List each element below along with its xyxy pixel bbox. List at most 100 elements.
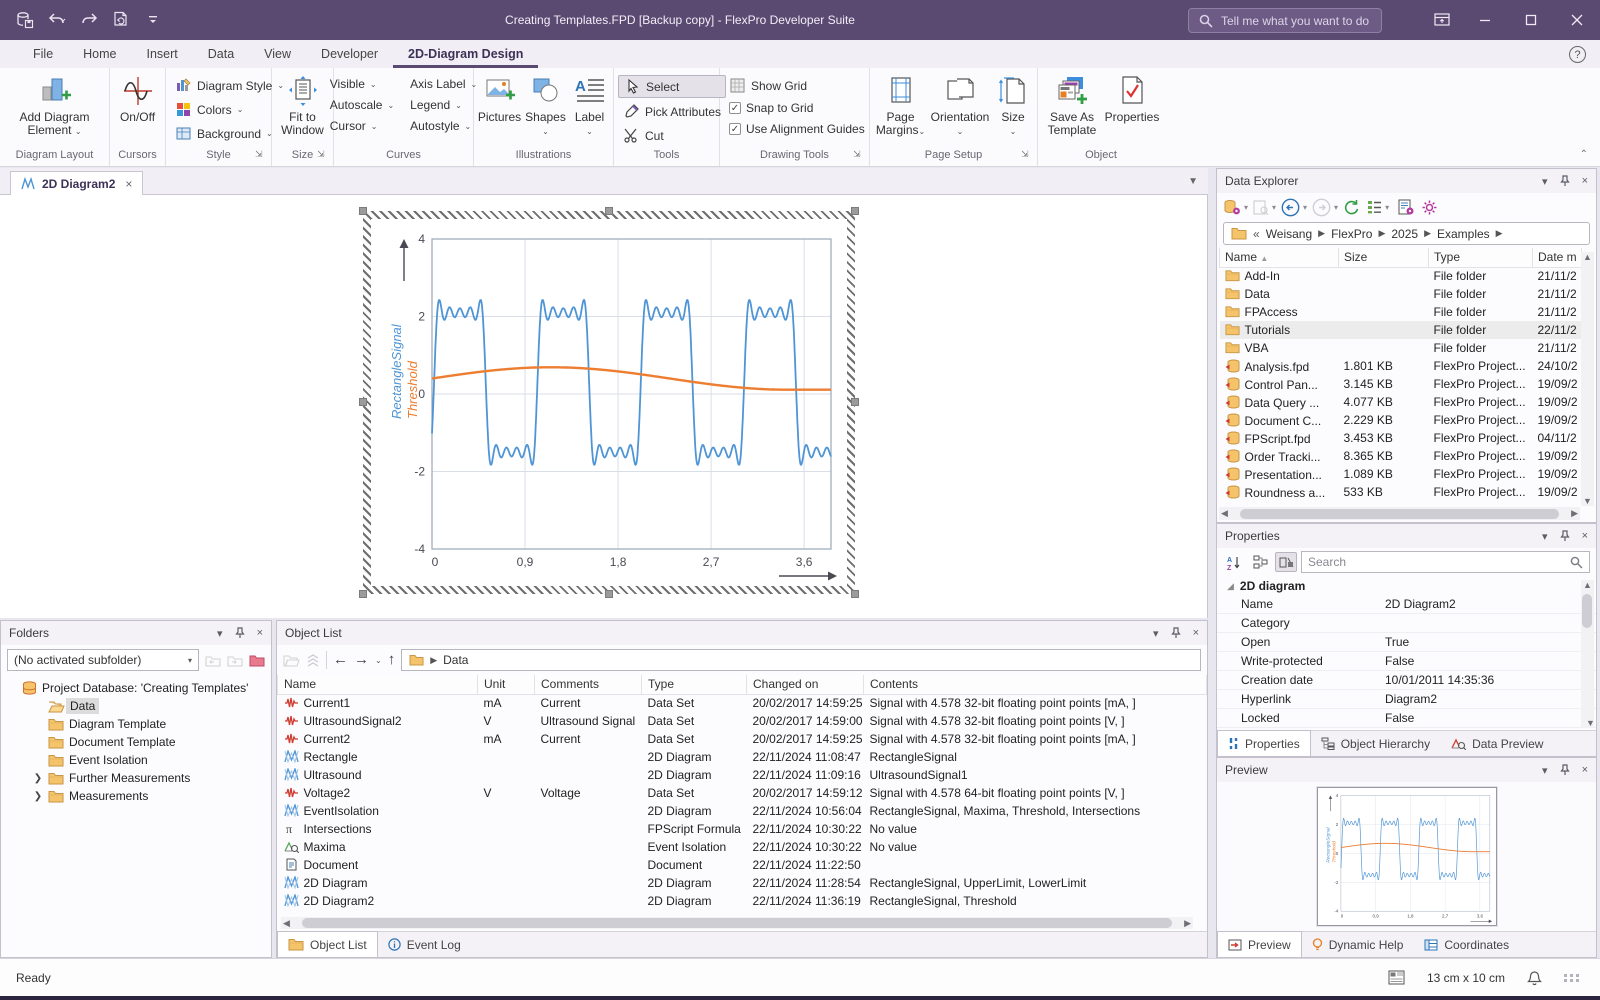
folder-tree-item[interactable]: ❯Measurements bbox=[7, 787, 271, 805]
column-header-type[interactable]: Type bbox=[1429, 248, 1533, 267]
table-row[interactable]: Voltage2VVoltageData Set20/02/2017 14:59… bbox=[278, 784, 1207, 802]
table-row[interactable]: 2D Diagram2D Diagram22/11/2024 11:28:54R… bbox=[278, 874, 1207, 892]
datasource-icon[interactable] bbox=[1223, 199, 1241, 215]
toggle-description-icon[interactable] bbox=[1275, 552, 1297, 572]
pick-attributes-button[interactable]: Pick Attributes bbox=[618, 101, 726, 122]
folder-tree-item[interactable]: Project Database: 'Creating Templates' bbox=[7, 679, 271, 697]
back-icon[interactable]: ← bbox=[333, 653, 348, 667]
properties-vertical-scrollbar[interactable]: ▲ ▼ bbox=[1581, 580, 1594, 728]
table-row[interactable]: 2D Diagram22D Diagram22/11/2024 11:36:19… bbox=[278, 892, 1207, 910]
pin-icon[interactable] bbox=[1560, 764, 1570, 776]
expand-levels-icon[interactable] bbox=[306, 654, 320, 667]
selection-hatch-border[interactable]: 420-2-400,91,82,73,6RectangleSignalThres… bbox=[363, 211, 855, 594]
table-row[interactable]: Current1mACurrentData Set20/02/2017 14:5… bbox=[278, 694, 1207, 712]
data-explorer-breadcrumb[interactable]: « Weisang▶FlexPro▶2025▶Examples▶ bbox=[1223, 222, 1590, 245]
save-icon[interactable] bbox=[14, 9, 36, 31]
document-tab[interactable]: 2D Diagram2 × bbox=[10, 171, 143, 195]
close-icon[interactable]: × bbox=[1582, 530, 1588, 542]
table-row[interactable]: UltrasoundSignal2VUltrasound SignalData … bbox=[278, 712, 1207, 730]
snap-to-grid-checkbox[interactable]: ✓ Snap to Grid bbox=[724, 99, 870, 117]
notifications-bell-icon[interactable] bbox=[1527, 970, 1542, 986]
sort-alphabetical-icon[interactable]: AZ bbox=[1223, 552, 1245, 572]
up-icon[interactable]: ↑ bbox=[388, 653, 396, 667]
column-header-type[interactable]: Type bbox=[642, 675, 747, 694]
ribbon-tab-insert[interactable]: Insert bbox=[132, 42, 193, 68]
file-row[interactable]: Roundness a...533 KBFlexPro Project...19… bbox=[1220, 483, 1582, 501]
properties-search-input[interactable]: Search bbox=[1301, 551, 1590, 573]
refresh-icon[interactable] bbox=[1343, 199, 1360, 215]
select-button[interactable]: Select bbox=[618, 75, 726, 98]
next-folder-icon[interactable] bbox=[227, 654, 243, 667]
selection-handle[interactable] bbox=[359, 207, 367, 215]
help-icon[interactable]: ? bbox=[1569, 46, 1586, 63]
legend-button[interactable]: Legend⌄ bbox=[405, 96, 482, 114]
property-row[interactable]: OpenTrue bbox=[1217, 633, 1596, 652]
column-header-changed-on[interactable]: Changed on bbox=[747, 675, 864, 694]
tab-properties[interactable]: Properties bbox=[1217, 730, 1311, 756]
tab-preview[interactable]: Preview bbox=[1217, 931, 1302, 957]
ribbon-tab-data[interactable]: Data bbox=[193, 42, 249, 68]
cursors-on-off-button[interactable]: On/Off bbox=[114, 72, 161, 144]
column-header-name[interactable]: Name ▲ bbox=[1220, 248, 1339, 267]
folder-tree-item[interactable]: Document Template bbox=[7, 733, 271, 751]
column-header-unit[interactable]: Unit bbox=[478, 675, 535, 694]
index-icon[interactable] bbox=[1398, 199, 1414, 215]
object-list-horizontal-scrollbar[interactable]: ◀ ▶ bbox=[281, 917, 1193, 929]
open-folder-icon[interactable] bbox=[283, 654, 300, 667]
add-diagram-element-button[interactable]: Add Diagram Element ⌄ bbox=[4, 72, 105, 144]
page-margins-button[interactable]: Page Margins⌄ bbox=[874, 72, 927, 144]
column-header-name[interactable]: Name bbox=[278, 675, 478, 694]
column-header-comments[interactable]: Comments bbox=[535, 675, 642, 694]
table-row[interactable]: Rectangle2D Diagram22/11/2024 11:08:47Re… bbox=[278, 748, 1207, 766]
table-row[interactable]: DocumentDocument22/11/2024 11:22:50 bbox=[278, 856, 1207, 874]
document-tab-close-icon[interactable]: × bbox=[125, 177, 132, 191]
selection-handle[interactable] bbox=[851, 398, 859, 406]
property-row[interactable]: LockedFalse bbox=[1217, 709, 1596, 728]
redo-icon[interactable] bbox=[78, 9, 100, 31]
pin-icon[interactable] bbox=[1171, 627, 1181, 639]
breadcrumb-overflow-icon[interactable]: « bbox=[1253, 227, 1260, 241]
table-row[interactable]: Ultrasound2D Diagram22/11/2024 11:09:16U… bbox=[278, 766, 1207, 784]
new-folder-icon[interactable] bbox=[249, 654, 265, 667]
preview-mode-icon[interactable] bbox=[1253, 200, 1269, 215]
minimize-button[interactable] bbox=[1462, 0, 1508, 40]
file-row[interactable]: FPAccessFile folder21/11/2 bbox=[1220, 303, 1582, 321]
tab-object-list[interactable]: Object List bbox=[277, 931, 378, 957]
object-properties-button[interactable]: Properties bbox=[1104, 72, 1160, 144]
property-row[interactable]: Write-protectedFalse bbox=[1217, 652, 1596, 671]
resize-grip[interactable] bbox=[1564, 974, 1580, 982]
pin-icon[interactable] bbox=[235, 627, 245, 639]
breadcrumb-segment[interactable]: Data bbox=[443, 653, 468, 667]
orientation-button[interactable]: Orientation⌄ bbox=[929, 72, 991, 144]
view-mode-icon[interactable] bbox=[1367, 200, 1382, 214]
properties-section-header[interactable]: ◢ 2D diagram bbox=[1217, 576, 1596, 595]
file-row[interactable]: Presentation...1.089 KBFlexPro Project..… bbox=[1220, 465, 1582, 483]
ribbon-tab-home[interactable]: Home bbox=[68, 42, 131, 68]
property-row[interactable]: Category bbox=[1217, 614, 1596, 633]
scroll-right-icon[interactable]: ▶ bbox=[1182, 918, 1193, 929]
file-row[interactable]: Order Tracki...8.365 KBFlexPro Project..… bbox=[1220, 447, 1582, 465]
autostyle-button[interactable]: Autostyle⌄ bbox=[405, 117, 482, 135]
window-position-icon[interactable]: ▾ bbox=[217, 627, 223, 640]
refresh-document-icon[interactable] bbox=[110, 9, 132, 31]
ribbon-tab-2d-diagram-design[interactable]: 2D-Diagram Design bbox=[393, 42, 538, 68]
previous-folder-icon[interactable] bbox=[205, 654, 221, 667]
selection-handle[interactable] bbox=[605, 590, 613, 598]
file-row[interactable]: TutorialsFile folder22/11/2 bbox=[1220, 321, 1582, 339]
tab-event-log[interactable]: Event Log bbox=[378, 932, 472, 957]
tab-object-hierarchy[interactable]: Object Hierarchy bbox=[1311, 731, 1441, 756]
tab-data-preview[interactable]: Data Preview bbox=[1441, 731, 1554, 756]
scrollbar-thumb[interactable] bbox=[302, 918, 1172, 928]
close-icon[interactable]: × bbox=[257, 627, 263, 639]
axis-label-button[interactable]: Axis Label⌄ bbox=[405, 75, 482, 93]
breadcrumb-segment[interactable]: FlexPro▶ bbox=[1331, 227, 1385, 241]
scrollbar-thumb[interactable] bbox=[1240, 509, 1559, 519]
preview-thumbnail[interactable]: 420-2-400,91,82,73,6RectangleSignalThres… bbox=[1317, 787, 1497, 926]
file-row[interactable]: DataFile folder21/11/2 bbox=[1220, 285, 1582, 303]
close-icon[interactable]: × bbox=[1582, 175, 1588, 187]
undo-icon[interactable] bbox=[46, 9, 68, 31]
file-row[interactable]: VBAFile folder21/11/2 bbox=[1220, 339, 1582, 357]
property-row[interactable]: Creation date10/01/2011 14:35:36 bbox=[1217, 671, 1596, 690]
file-row[interactable]: FPScript.fpd3.453 KBFlexPro Project...04… bbox=[1220, 429, 1582, 447]
tab-list-dropdown-icon[interactable]: ▼ bbox=[1188, 176, 1198, 187]
